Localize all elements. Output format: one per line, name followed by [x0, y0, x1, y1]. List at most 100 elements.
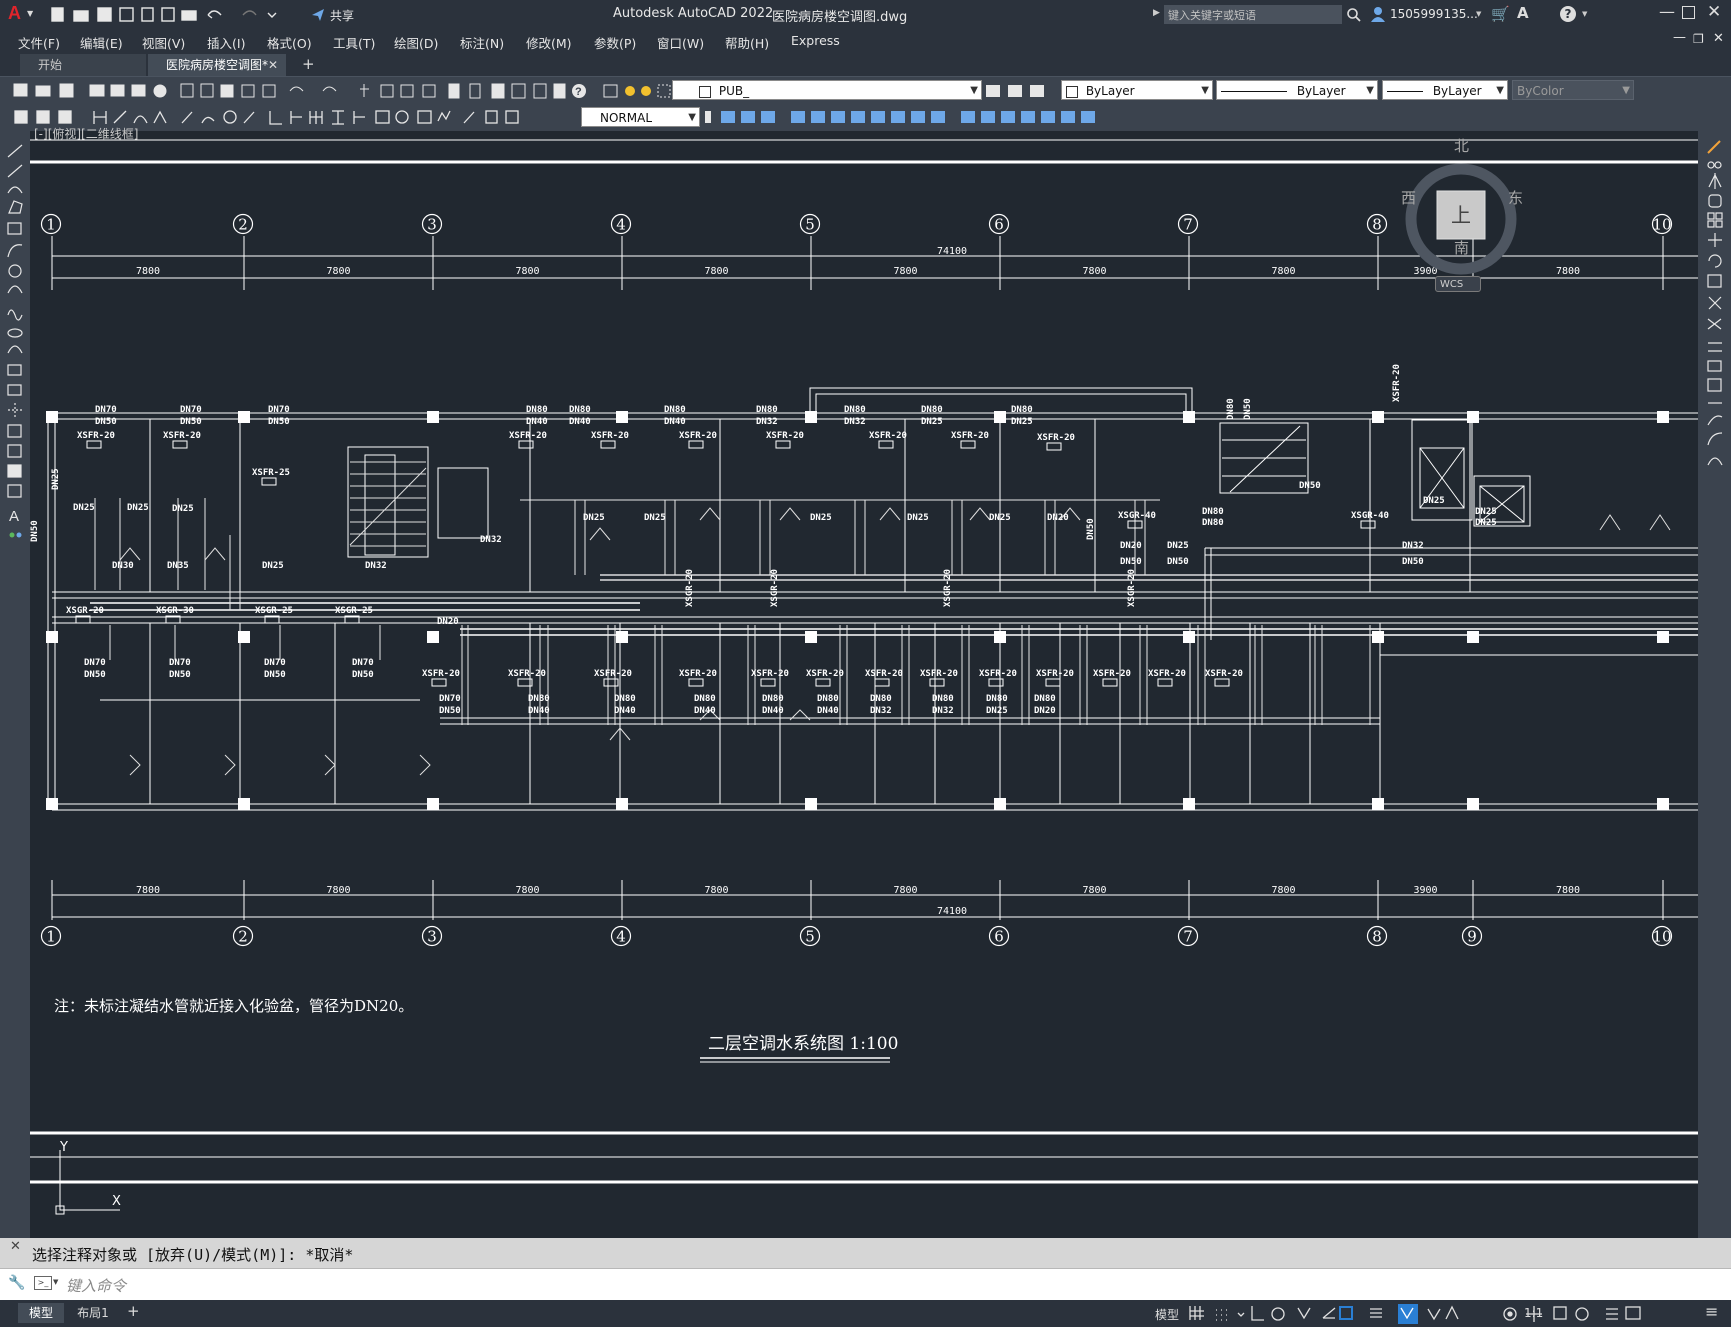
tab-document[interactable]: 医院病房楼空调图* ✕: [148, 54, 286, 76]
close-command-icon[interactable]: ✕: [10, 1239, 21, 1254]
dimension-span-text: 3900: [1413, 885, 1437, 896]
dimension-span-text: 7800: [704, 885, 728, 896]
linetype-dropdown[interactable]: ByLayer ▼: [1216, 80, 1378, 100]
viewcube-west[interactable]: 西: [1401, 187, 1416, 208]
fan-coil-unit: [603, 678, 619, 687]
dimension-span-text: 7800: [704, 266, 728, 277]
drawing-canvas[interactable]: [-][俯视][二维线框] 1 1 2 2 3 3 4 4 5 5 6 6 7 …: [30, 127, 1698, 1238]
fan-coil-unit: [878, 440, 894, 449]
standard-tool-icons[interactable]: ?: [8, 81, 678, 101]
menu-item-format[interactable]: 格式(O): [267, 33, 312, 52]
doc-restore-icon[interactable]: ❐: [1693, 32, 1704, 46]
pipe-label: XSFR-20: [509, 431, 547, 441]
command-input[interactable]: 键入命令: [66, 1275, 126, 1296]
command-prompt-icon[interactable]: >_: [34, 1276, 52, 1290]
user-name[interactable]: 1505999135...: [1390, 7, 1478, 21]
minimize-icon[interactable]: —: [1659, 2, 1675, 21]
pipe-label: XSFR-20: [1036, 669, 1074, 679]
wcs-menu[interactable]: WCS: [1435, 276, 1481, 292]
help-icon[interactable]: ?: [1560, 6, 1576, 22]
search-expand-icon[interactable]: ▶: [1153, 8, 1160, 18]
pipe-label: XSFR-20: [1205, 669, 1243, 679]
close-icon[interactable]: ✕: [1707, 2, 1721, 22]
help-chevron-icon[interactable]: ▼: [1582, 10, 1587, 18]
layer-tools-icons[interactable]: [984, 82, 1054, 100]
viewcube-east[interactable]: 东: [1508, 187, 1523, 208]
modify-side-icons[interactable]: [1706, 139, 1726, 529]
fan-coil-unit: [86, 440, 102, 449]
layout-tab-layout1[interactable]: 布局1: [66, 1303, 120, 1323]
pipe-label-vertical: DN50: [1086, 518, 1096, 540]
layer-dropdown[interactable]: PUB_ ▼: [672, 80, 982, 100]
pipe-label: DN35: [167, 561, 189, 571]
customize-icon[interactable]: ≡: [1705, 1302, 1718, 1321]
tab-start[interactable]: 开始: [20, 54, 146, 76]
axis-label: 5: [805, 216, 815, 234]
user-chevron-icon[interactable]: ▼: [1476, 10, 1481, 18]
lineweight-dropdown[interactable]: ByLayer ▼: [1382, 80, 1508, 100]
fan-coil-unit: [600, 440, 616, 449]
app-menu-chevron-icon[interactable]: ▼: [27, 9, 33, 18]
pipe-label: XSGR-30: [156, 606, 194, 616]
command-prompt-chevron-icon[interactable]: ▼: [53, 1278, 58, 1286]
search-input[interactable]: 键入关键字或短语: [1168, 7, 1256, 23]
menu-bar: 文件(F) 编辑(E) 视图(V) 插入(I) 格式(O) 工具(T) 绘图(D…: [0, 30, 1731, 52]
axis-label: 8: [1372, 216, 1382, 234]
column-marker: [805, 798, 817, 810]
column-marker: [46, 411, 58, 423]
pipe-label: DN50: [1120, 557, 1142, 567]
viewcube-north[interactable]: 北: [1454, 135, 1469, 156]
color-dropdown[interactable]: ByLayer ▼: [1061, 80, 1213, 100]
pipe-label: DN80: [526, 405, 548, 415]
menu-item-dimension[interactable]: 标注(N): [460, 33, 504, 52]
menu-item-parametric[interactable]: 参数(P): [594, 33, 636, 52]
search-field[interactable]: 键入关键字或短语: [1164, 5, 1342, 24]
viewcube-south[interactable]: 南: [1454, 237, 1469, 258]
draw-tool-icons[interactable]: A: [6, 143, 26, 563]
add-layout-icon[interactable]: +: [127, 1302, 140, 1320]
pipe-label-vertical: XSGR-20: [943, 569, 953, 607]
layout-tab-model[interactable]: 模型: [18, 1303, 64, 1323]
wrench-icon[interactable]: 🔧: [8, 1275, 25, 1291]
menu-item-help[interactable]: 帮助(H): [725, 33, 769, 52]
maximize-icon[interactable]: [1682, 6, 1695, 19]
menu-item-file[interactable]: 文件(F): [18, 33, 60, 52]
user-icon[interactable]: [1370, 6, 1386, 23]
doc-close-icon[interactable]: ✕: [1713, 31, 1724, 46]
doc-minimize-icon[interactable]: —: [1673, 30, 1686, 45]
pipe-label: DN50: [1402, 557, 1424, 567]
quick-access-toolbar[interactable]: [50, 6, 300, 24]
pipe-label: DN70: [84, 658, 106, 668]
menu-item-edit[interactable]: 编辑(E): [80, 33, 123, 52]
share-button[interactable]: 共享: [330, 7, 354, 24]
search-icon[interactable]: [1346, 7, 1362, 23]
annotation-scale[interactable]: 1:1: [1524, 1306, 1543, 1320]
viewcube-face-top[interactable]: 上: [1451, 199, 1471, 228]
autodesk-app-icon[interactable]: A: [1517, 4, 1529, 22]
menu-item-express[interactable]: Express: [791, 33, 840, 48]
app-logo[interactable]: A: [8, 3, 21, 24]
menu-item-draw[interactable]: 绘图(D): [394, 33, 438, 52]
share-icon[interactable]: [310, 7, 326, 23]
pipe-label: DN40: [614, 706, 636, 716]
cart-icon[interactable]: 🛒: [1491, 5, 1510, 23]
menu-item-window[interactable]: 窗口(W): [657, 33, 704, 52]
column-marker: [46, 798, 58, 810]
menu-item-tools[interactable]: 工具(T): [333, 33, 375, 52]
viewcube[interactable]: 上 北 南 西 东 WCS: [1385, 131, 1535, 311]
pipe-label: DN50: [180, 417, 202, 427]
status-toggle-icons[interactable]: [1188, 1304, 1728, 1324]
menu-item-view[interactable]: 视图(V): [142, 33, 185, 52]
status-model-button[interactable]: 模型: [1155, 1306, 1179, 1323]
tab-close-icon[interactable]: ✕: [268, 54, 278, 76]
draw-toolbar: A: [0, 131, 30, 1238]
menu-item-modify[interactable]: 修改(M): [526, 33, 572, 52]
dimstyle-dropdown[interactable]: NORMAL ▼: [581, 107, 700, 127]
menu-item-insert[interactable]: 插入(I): [207, 33, 245, 52]
pipe-label: DN40: [817, 706, 839, 716]
axis-label: 7: [1183, 928, 1193, 946]
new-tab-icon[interactable]: +: [302, 55, 315, 73]
modify-tool-icons[interactable]: [705, 108, 1225, 128]
command-line[interactable]: 🔧 >_ ▼ 键入命令: [0, 1268, 1731, 1301]
pipe-label: DN25: [262, 561, 284, 571]
